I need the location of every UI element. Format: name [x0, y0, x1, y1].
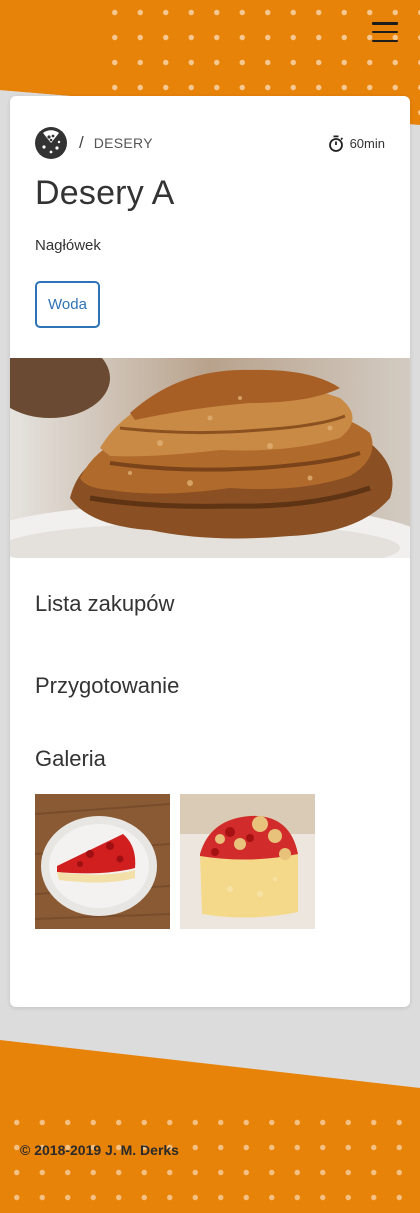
- recipe-card: / DESERY 60min Desery A Nagłówek Woda Li…: [10, 96, 410, 1007]
- prep-time: 60min: [328, 135, 385, 152]
- recipe-subtitle: Nagłówek: [35, 237, 101, 254]
- footer-pattern: [0, 1110, 420, 1213]
- hamburger-menu-icon[interactable]: [372, 22, 398, 42]
- copyright-text: © 2018-2019 J. M. Derks: [20, 1142, 179, 1158]
- stopwatch-icon: [328, 135, 343, 152]
- tag-button-woda[interactable]: Woda: [35, 281, 100, 328]
- breadcrumb-separator: /: [79, 133, 84, 152]
- preparation-heading: Przygotowanie: [35, 673, 180, 698]
- pizza-icon[interactable]: [35, 127, 67, 159]
- shopping-list-heading: Lista zakupów: [35, 591, 175, 616]
- strawberry-crumble-cake-photo[interactable]: [180, 794, 315, 929]
- recipe-title: Desery A: [35, 174, 175, 212]
- breadcrumb: / DESERY 60min: [35, 126, 385, 160]
- breadcrumb-category[interactable]: DESERY: [94, 135, 153, 151]
- strawberry-cake-slice-photo[interactable]: [35, 794, 170, 929]
- fried-cutlets-photo: [10, 358, 410, 558]
- prep-time-value: 60min: [349, 135, 385, 151]
- gallery-heading: Galeria: [35, 746, 106, 771]
